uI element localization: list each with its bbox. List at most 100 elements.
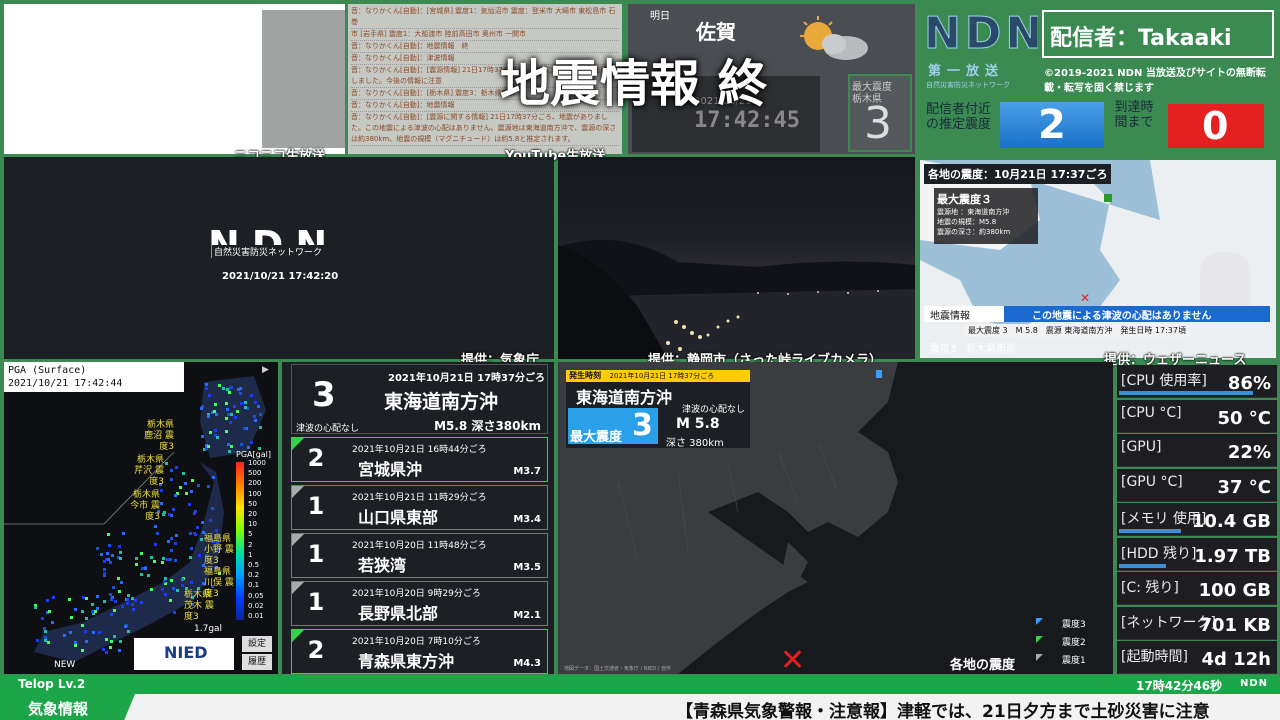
quake-main-card[interactable]: 3 2021年10月21日 17時37分ごろ 東海道南方沖 津波の心配なし M5…	[291, 364, 548, 434]
quake-datetime: 2021年10月20日 9時29分ごろ	[352, 589, 481, 599]
quake-list-item[interactable]: 1 2021年10月20日 9時29分ごろ 長野県北部 M2.1	[291, 581, 548, 626]
quake-list-item[interactable]: 2 2021年10月21日 16時44分ごろ 宮城県沖 M3.7	[291, 437, 548, 482]
pga-station-dot	[140, 552, 144, 556]
pga-station-dot	[101, 647, 105, 651]
pga-scale-tick: 0.5	[248, 561, 260, 570]
est-label: 配信者付近の推定震度	[926, 102, 992, 132]
pga-footer-value: 1.7gal	[194, 624, 223, 634]
pga-station-dot	[173, 559, 177, 563]
pga-station-dot	[224, 416, 228, 420]
pga-station-dot	[191, 479, 195, 483]
max-intensity-box: 最大震度 栃木県 3	[848, 74, 912, 152]
wni-banner: 地震情報 この地震による津波の心配はありません	[924, 306, 1270, 322]
pga-scale-tick: 5	[248, 530, 253, 539]
pga-station-dot	[85, 596, 89, 600]
pga-station-dot	[118, 556, 122, 560]
pga-scale-tick: 2	[248, 540, 253, 549]
wni-anchor	[1200, 252, 1250, 306]
pga-settings-button[interactable]: 設定	[242, 636, 272, 652]
broadcaster-name: 配信者：Takaaki	[1050, 26, 1232, 51]
ndn-logo: NDN	[923, 8, 1038, 60]
pga-station-dot	[107, 533, 111, 537]
arrival-value: 0	[1202, 104, 1229, 148]
pga-station-dot	[218, 384, 222, 388]
wni-max-label: 最大震度３	[937, 193, 992, 206]
pga-station-dot	[194, 510, 198, 514]
quake-list-item[interactable]: 2 2021年10月20日 7時10分ごろ 青森県東方沖 M4.3	[291, 629, 548, 674]
pga-station-dot	[172, 587, 175, 591]
stat-label: [CPU 使用率]	[1121, 373, 1207, 389]
quake-magnitude: M3.7	[513, 466, 541, 477]
pga-station-dot	[253, 400, 257, 404]
sun-cloud-icon	[796, 14, 876, 64]
pga-scale-tick: 0.02	[248, 601, 264, 610]
pga-station-dot	[135, 562, 139, 566]
copyright: ©2019-2021 NDN 当放送及びサイトの無断転載・転写を固く禁じます	[1044, 68, 1266, 94]
stat-row: [メモリ 使用] 10.4 GB	[1117, 503, 1277, 536]
pga-station-dot	[109, 593, 113, 597]
map-mag: M 5.8	[676, 416, 720, 432]
pga-station-dot	[105, 552, 109, 556]
pga-station-dot	[121, 605, 125, 608]
pga-station-dot	[69, 631, 73, 635]
wni-info-box: 最大震度３ 震源地 ：東海道南方沖 地震の規模：M5.8 震源の深さ：約380k…	[934, 188, 1038, 244]
pga-scale-tick: 500	[248, 469, 262, 478]
pga-station-dot	[69, 616, 73, 620]
pga-station-dot	[108, 543, 112, 547]
pga-station-dot	[161, 560, 165, 564]
pga-station-dot	[155, 531, 159, 535]
pga-station-dot	[43, 638, 47, 642]
pga-panel: PGA (Surface) 2021/10/21 17:42:44 ▶ 栃木県 …	[4, 362, 278, 674]
pga-station-dot	[73, 608, 77, 612]
pga-station-dot	[140, 573, 143, 577]
max-intensity-value: 3	[864, 98, 892, 149]
pga-station-dot	[126, 602, 130, 606]
pga-station-dot	[200, 407, 204, 411]
pga-station-dot	[243, 426, 247, 430]
chat-line: 音：なりかくん[自動]：[宮城県] 震度1：気仙沼市 震度：登米市 大崎市 東松…	[351, 6, 619, 29]
quake-intensity: 1	[307, 540, 325, 568]
pga-station-dot	[154, 542, 158, 546]
nied-logo: NIED	[134, 638, 234, 670]
stat-label: [C: 残り]	[1121, 580, 1179, 596]
quake-list-item[interactable]: 1 2021年10月20日 11時48分ごろ 若狭湾 M3.5	[291, 533, 548, 578]
pga-scale-tick: 50	[248, 499, 257, 508]
pga-station-dot	[239, 442, 243, 446]
pga-station-dot	[175, 465, 179, 469]
weathernews-panel: ✕ 各地の震度：10月21日 17:37ごろ 最大震度３ 震源地 ：東海道南方沖…	[920, 160, 1276, 358]
pga-station-dot	[103, 600, 107, 604]
pga-station-dot	[109, 646, 113, 650]
map-legend: 震度3 震度2 震度1	[1034, 616, 1086, 670]
quake-list-item[interactable]: 1 2021年10月21日 11時29分ごろ 山口県東部 M3.4	[291, 485, 548, 530]
stat-row: [GPU °C] 37 °C	[1117, 468, 1277, 502]
status-brand: NDN	[1240, 678, 1269, 689]
chat-line: 音：なりかくん[自動]：[震源に関する情報] 21日17時37分ごろ、地震があり…	[351, 112, 619, 146]
pga-station-dot	[81, 624, 85, 628]
pga-station-dot	[172, 611, 176, 615]
pga-scale-tick: 0.1	[248, 581, 260, 590]
pga-station-dot	[216, 435, 220, 439]
pga-station-dot	[227, 412, 231, 416]
pga-station-dot	[232, 405, 236, 409]
pga-station-dot	[135, 556, 139, 560]
pga-station-dot	[40, 617, 44, 621]
quake-place: 山口県東部	[358, 508, 439, 527]
pga-station-dot	[51, 621, 55, 625]
pga-station-dot	[95, 546, 99, 550]
pga-station-dot	[257, 404, 261, 408]
pga-history-button[interactable]: 履歴	[242, 654, 272, 670]
pga-station-dot	[131, 596, 135, 600]
pga-station-dot	[226, 408, 230, 412]
quake-magnitude: M2.1	[513, 610, 541, 621]
pga-station-dot	[90, 602, 94, 606]
pga-station-dot	[162, 579, 166, 583]
pga-station-dot	[124, 625, 128, 629]
pga-station-dot	[140, 601, 144, 605]
ndn-subtitle: 第一放送	[928, 64, 1005, 79]
stat-value: 1.97 TB	[1194, 545, 1271, 567]
pga-station-dot	[73, 644, 77, 648]
wni-header: 各地の震度：10月21日 17:37ごろ	[924, 164, 1112, 184]
pga-station-dot	[233, 416, 237, 420]
pga-new-label: NEW	[54, 660, 76, 670]
pga-station-dot	[182, 471, 186, 475]
